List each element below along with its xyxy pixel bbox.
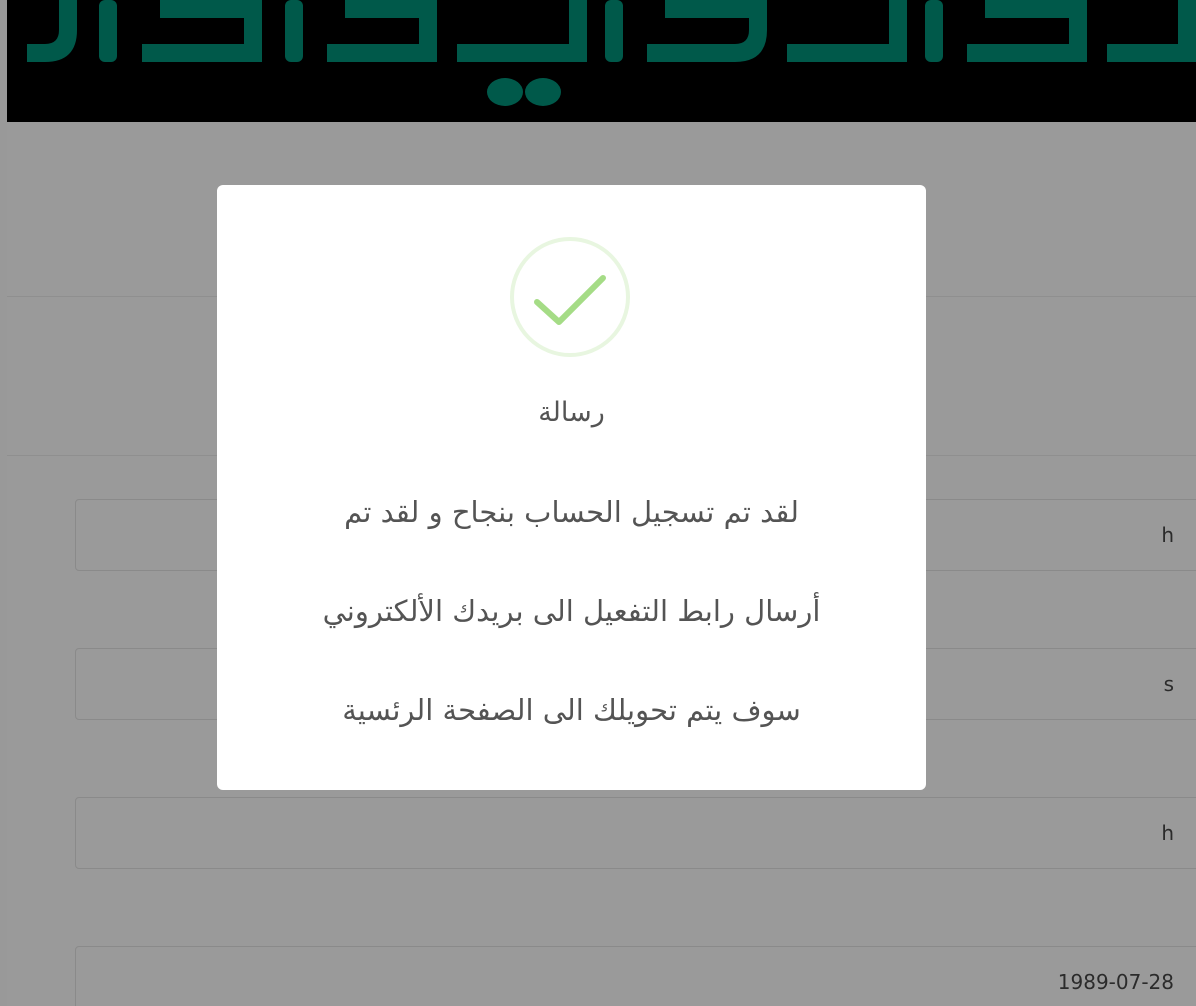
header-banner (7, 0, 1196, 122)
field-value: h (1161, 821, 1174, 845)
modal-message-line-2: أرسال رابط التفعيل الى بريدك الألكتروني (322, 594, 821, 628)
modal-message-line-3: سوف يتم تحويلك الى الصفحة الرئسية (342, 693, 801, 727)
birthdate-value: 1989-07-28 (1057, 970, 1174, 994)
success-check-icon (510, 237, 630, 357)
form-field-3[interactable]: h (75, 797, 1196, 869)
field-value: h (1161, 523, 1174, 547)
field-value: s (1163, 672, 1174, 696)
modal-title: رسالة (538, 397, 605, 428)
modal-message-line-1: لقد تم تسجيل الحساب بنجاح و لقد تم (344, 495, 799, 529)
site-logo (27, 0, 1196, 106)
success-modal: رسالة لقد تم تسجيل الحساب بنجاح و لقد تم… (217, 185, 926, 790)
birthdate-field[interactable]: 1989-07-28 (75, 946, 1196, 1006)
